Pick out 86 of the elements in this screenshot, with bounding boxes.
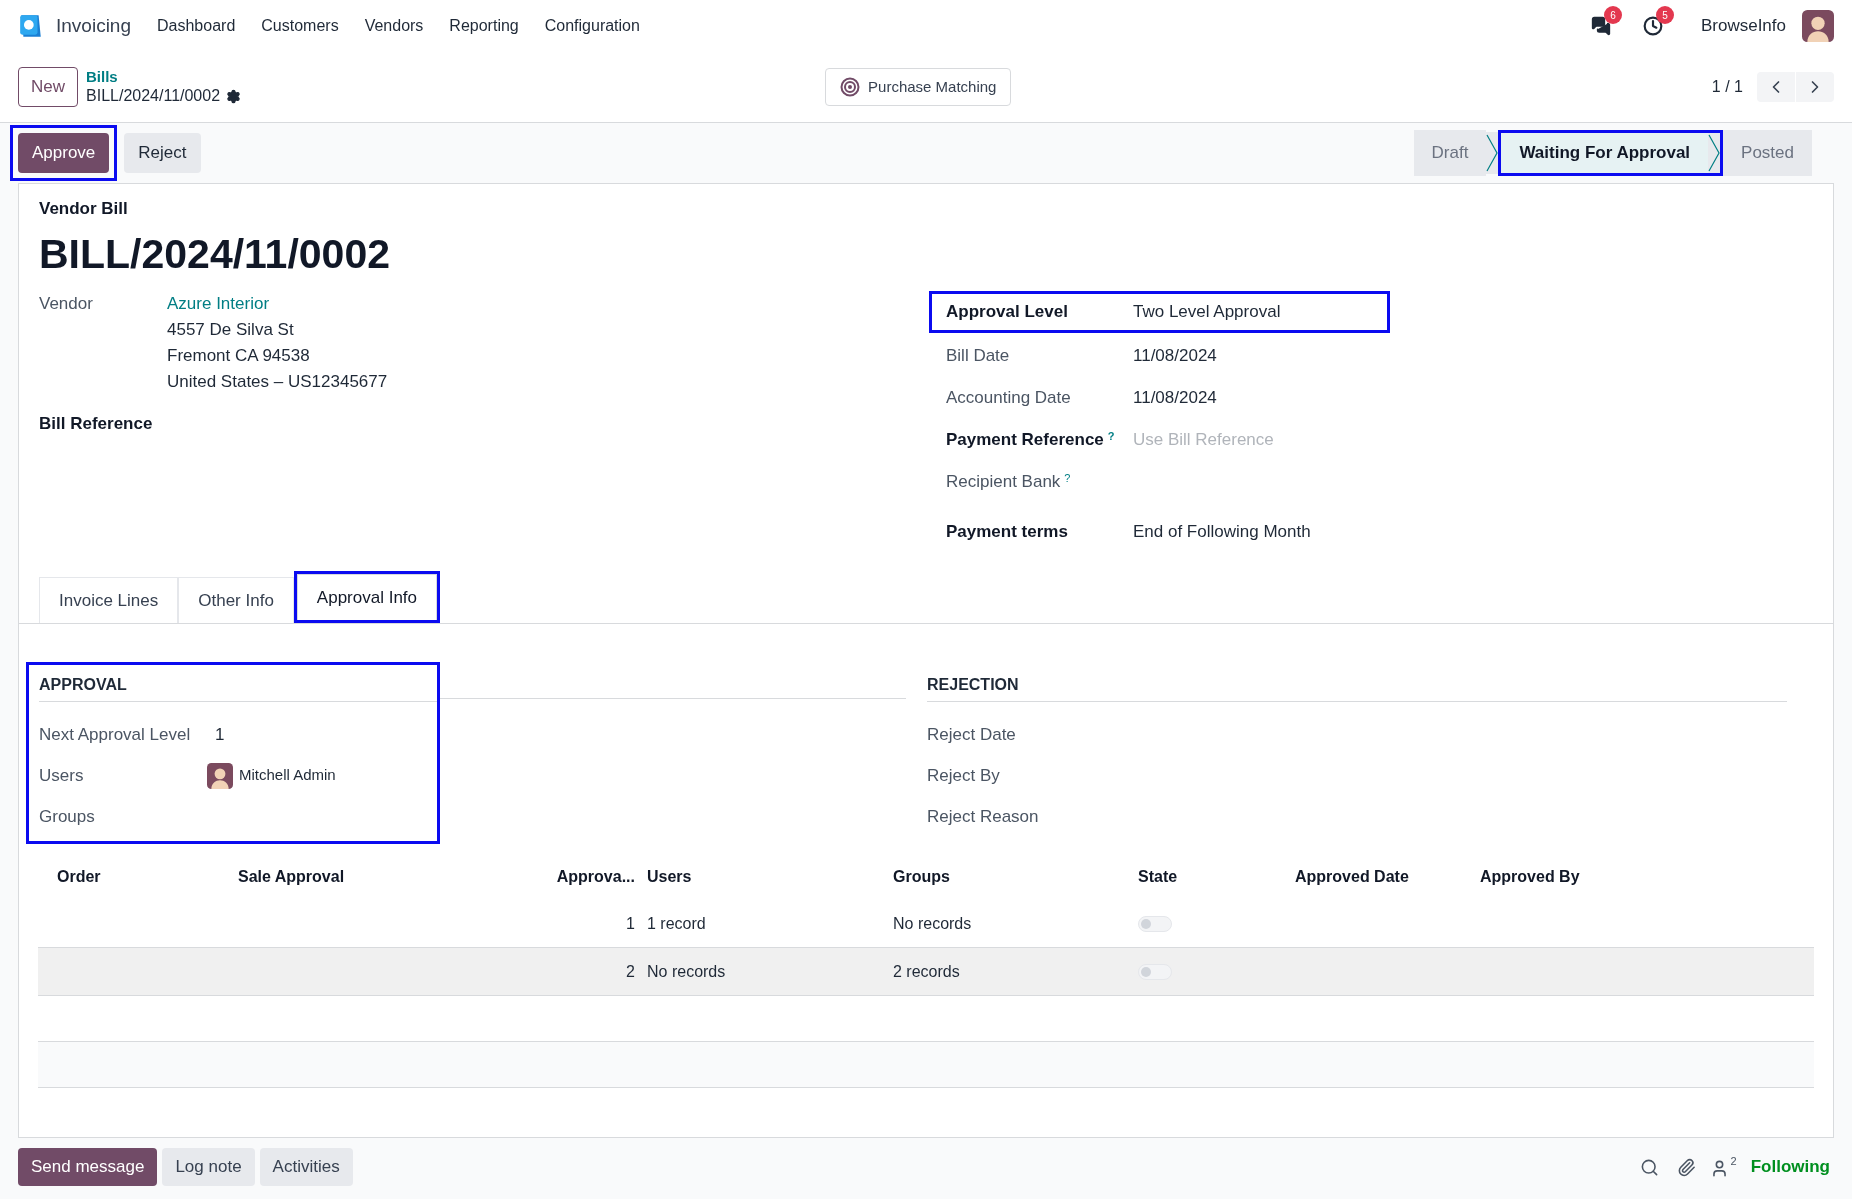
document-type-label: Vendor Bill [39, 198, 129, 220]
field-value: End of Following Month [1133, 521, 1312, 544]
column-header[interactable]: Users [641, 865, 887, 889]
status-stage[interactable]: Posted [1723, 130, 1812, 176]
app-logo-icon [18, 13, 44, 39]
breadcrumb-link[interactable]: Bills [86, 67, 242, 87]
field-label: Bill Date [946, 345, 1011, 368]
notification-badge: 5 [1655, 6, 1674, 24]
app-name[interactable]: Invoicing [56, 11, 131, 41]
table-cell-text: 2 records [892, 961, 961, 982]
help-tooltip[interactable]: ? [1107, 429, 1115, 442]
column-header[interactable]: Approved Date [1289, 865, 1474, 889]
menu-item[interactable]: Reporting [449, 14, 519, 38]
help-tooltip[interactable]: ? [1064, 471, 1071, 484]
status-stage[interactable]: Draft [1413, 130, 1487, 176]
field-label: Bill Reference [39, 413, 154, 435]
section-heading: REJECTION [927, 676, 1019, 693]
search-icon[interactable] [1639, 1157, 1659, 1177]
followers-button[interactable]: 2 [1709, 1155, 1737, 1179]
approve-button[interactable]: Approve [18, 133, 110, 173]
chatter-button[interactable]: Log note [162, 1148, 255, 1186]
field-label: Accounting Date [946, 387, 1072, 410]
field-value: 1 [215, 723, 225, 746]
chatter-button[interactable]: Send message [18, 1148, 158, 1186]
chat-icon[interactable] [1590, 16, 1611, 36]
field-label: Vendor [39, 293, 94, 315]
pager-value: 1 / 1 [1711, 77, 1743, 97]
field-value: Two Level Approval [1133, 301, 1282, 324]
avatar-icon [1802, 10, 1834, 42]
field-label: Payment terms [946, 521, 1069, 544]
status-stage[interactable]: Waiting For Approval [1501, 133, 1709, 173]
following-button[interactable]: Following [1750, 1154, 1830, 1180]
form-tab[interactable]: Approval Info [296, 574, 438, 620]
field-label: Next Approval Level [39, 723, 192, 746]
field-label: Recipient Bank $^{?}$ [946, 470, 1072, 494]
table-cell-text: 1 [625, 913, 636, 934]
menu-item[interactable]: Configuration [544, 14, 640, 38]
column-header[interactable]: State [1132, 865, 1289, 889]
reject-button[interactable]: Reject [124, 133, 201, 173]
target-icon [840, 77, 861, 97]
paperclip-icon[interactable] [1676, 1157, 1696, 1177]
table-row[interactable]: 2 No records 2 records [38, 948, 1814, 996]
field-value: 11/08/2024 [1133, 345, 1218, 368]
chatter-button[interactable]: Activities [259, 1148, 353, 1186]
table-cell-text: No records [646, 961, 727, 982]
menu-item[interactable]: Customers [261, 14, 339, 38]
payment-reference-field[interactable]: Use Bill Reference [1133, 427, 1373, 453]
column-header[interactable]: Sale Approval [232, 865, 540, 889]
bill-title: BILL/2024/11/0002 [39, 229, 392, 279]
chevron-separator [1486, 133, 1499, 173]
clock-icon[interactable] [1642, 16, 1663, 36]
table-cell-text: 1 record [646, 913, 707, 934]
form-tab[interactable]: Other Info [178, 577, 294, 623]
form-tab[interactable]: Invoice Lines [39, 577, 179, 623]
vendor-link[interactable]: Azure Interior [167, 291, 388, 317]
purchase-matching-button[interactable]: Purchase Matching [825, 68, 1012, 106]
user-name: Mitchell Admin [239, 765, 336, 786]
table-cell-text: 2 [625, 961, 636, 982]
section-heading: APPROVAL [39, 676, 127, 693]
field-label: Reject By [927, 764, 1000, 787]
address-line: United States – US12345677 [167, 371, 388, 393]
field-label: Approval Level [946, 301, 1069, 324]
notification-badge: 6 [1603, 6, 1622, 24]
address-line: 4557 De Silva St [167, 319, 295, 341]
address-line: Fremont CA 94538 [167, 345, 311, 367]
field-label: Groups [39, 805, 96, 828]
field-label: Payment Reference $^{?}$ [946, 428, 1116, 452]
table-cell-text: No records [892, 913, 973, 934]
chevron-separator [1708, 133, 1721, 173]
field-label: Reject Date [927, 723, 1016, 746]
avatar-icon [207, 762, 233, 789]
column-header[interactable]: Groups [887, 865, 1132, 889]
toggle-switch[interactable] [1138, 915, 1172, 932]
column-header[interactable]: Approva... [540, 865, 641, 889]
column-header[interactable]: Order [38, 865, 232, 889]
settings-icon[interactable] [226, 88, 242, 104]
menu-item[interactable]: Dashboard [157, 14, 236, 38]
menu-item[interactable]: Vendors [364, 14, 424, 38]
toggle-switch[interactable] [1138, 963, 1172, 980]
field-value: 11/08/2024 [1133, 387, 1218, 410]
record-name: BILL/2024/11/0002 [86, 86, 221, 107]
field-label: Reject Reason [927, 805, 1039, 828]
new-button[interactable]: New [18, 67, 78, 107]
field-label: Users [39, 764, 85, 787]
column-header[interactable]: Approved By [1474, 865, 1814, 889]
company-name[interactable]: BrowseInfo [1700, 13, 1786, 39]
